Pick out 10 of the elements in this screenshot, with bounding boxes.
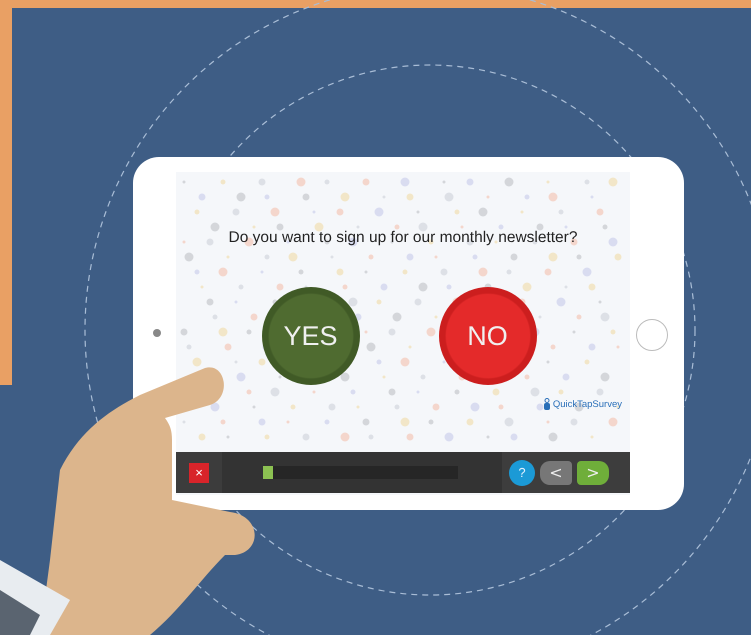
answer-button[interactable]: YES [262,287,360,385]
answer-button[interactable]: NO [438,287,536,385]
back-button[interactable]: < [540,460,572,484]
help-button[interactable]: ? [509,460,535,486]
brand-logo: QuickTapSurvey [542,398,622,410]
next-button[interactable]: > [577,460,609,484]
camera-icon [153,329,161,337]
close-button[interactable]: × [189,462,209,482]
question-text: Do you want to sign up for our monthly newsletter? [228,229,578,247]
home-button[interactable] [636,319,668,351]
